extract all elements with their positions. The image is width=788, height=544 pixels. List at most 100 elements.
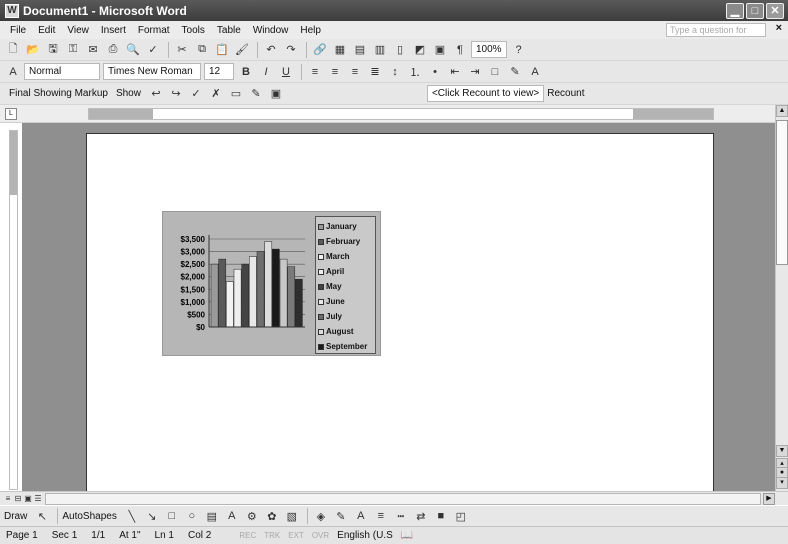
copy-icon[interactable]: ⧉ — [193, 41, 211, 59]
scroll-down-button[interactable]: ▼ — [776, 445, 788, 457]
document-close-button[interactable]: × — [776, 22, 782, 34]
web-layout-icon[interactable]: ⊟ — [13, 493, 23, 504]
status-ovr[interactable]: OVR — [312, 531, 329, 540]
vertical-scroll-thumb[interactable] — [776, 120, 788, 265]
justify-icon[interactable]: ≣ — [366, 63, 384, 81]
underline-button[interactable]: U — [277, 63, 295, 81]
hyperlink-icon[interactable]: 🔗 — [311, 41, 329, 59]
zoom-dropdown[interactable]: 100% — [471, 41, 507, 58]
display-for-review-dropdown[interactable]: Final Showing Markup — [4, 85, 113, 102]
font-size-dropdown[interactable]: 12 — [204, 63, 234, 80]
excel-icon[interactable]: ▥ — [371, 41, 389, 59]
oval-icon[interactable]: ○ — [183, 507, 201, 525]
word-icon[interactable]: W — [5, 3, 19, 18]
draw-font-color-icon[interactable]: A — [352, 507, 370, 525]
menu-table[interactable]: Table — [211, 25, 247, 36]
save-icon[interactable]: 🖫 — [44, 41, 62, 59]
print-preview-icon[interactable]: 🔍 — [124, 41, 142, 59]
diagram-icon[interactable]: ⚙ — [243, 507, 261, 525]
align-center-icon[interactable]: ≡ — [326, 63, 344, 81]
menu-edit[interactable]: Edit — [32, 25, 61, 36]
vertical-ruler[interactable] — [9, 130, 18, 490]
menu-insert[interactable]: Insert — [95, 25, 132, 36]
wordart-icon[interactable]: A — [223, 507, 241, 525]
shadow-icon[interactable]: ■ — [432, 507, 450, 525]
reviewing-pane-icon[interactable]: ▣ — [267, 85, 285, 103]
paste-icon[interactable]: 📋 — [213, 41, 231, 59]
drawing-icon[interactable]: ◩ — [411, 41, 429, 59]
email-icon[interactable]: ✉ — [84, 41, 102, 59]
select-objects-icon[interactable]: ↖ — [33, 507, 51, 525]
line-spacing-icon[interactable]: ↕ — [386, 63, 404, 81]
show-menu[interactable]: Show — [116, 88, 141, 99]
track-changes-icon[interactable]: ✎ — [247, 85, 265, 103]
horizontal-scrollbar[interactable] — [45, 493, 761, 505]
spelling-status-icon[interactable]: 📖 — [401, 530, 413, 541]
clip-art-icon[interactable]: ✿ — [263, 507, 281, 525]
embedded-chart[interactable]: $3,500 $3,000 $2,500 $2,000 $1,500 $1,000 $500… — [162, 211, 381, 356]
spelling-icon[interactable]: ✓ — [144, 41, 162, 59]
document-map-icon[interactable]: ▣ — [431, 41, 449, 59]
horizontal-ruler[interactable] — [88, 108, 714, 120]
bold-button[interactable]: B — [237, 63, 255, 81]
arrow-style-icon[interactable]: ⇄ — [412, 507, 430, 525]
rectangle-icon[interactable]: □ — [163, 507, 181, 525]
menu-view[interactable]: View — [61, 25, 95, 36]
accept-change-icon[interactable]: ✓ — [187, 85, 205, 103]
align-left-icon[interactable]: ≡ — [306, 63, 324, 81]
text-box-icon[interactable]: ▤ — [203, 507, 221, 525]
menu-file[interactable]: File — [4, 25, 32, 36]
new-icon[interactable]: 🗋 — [4, 41, 22, 59]
tables-borders-icon[interactable]: ▦ — [331, 41, 349, 59]
print-layout-icon[interactable]: ▣ — [23, 493, 33, 504]
minimize-button[interactable]: ▁ — [726, 2, 744, 19]
cut-icon[interactable]: ✂ — [173, 41, 191, 59]
line-style-icon[interactable]: ≡ — [372, 507, 390, 525]
fill-color-icon[interactable]: ◈ — [312, 507, 330, 525]
normal-view-icon[interactable]: ≡ — [3, 493, 13, 504]
permission-icon[interactable]: ⚿ — [64, 41, 82, 59]
next-page-button[interactable]: ▾ — [776, 477, 788, 489]
close-button[interactable]: ✕ — [766, 2, 784, 19]
print-icon[interactable]: ⎙ — [104, 41, 122, 59]
menu-tools[interactable]: Tools — [176, 25, 211, 36]
arrow-icon[interactable]: ↘ — [143, 507, 161, 525]
previous-change-icon[interactable]: ↩ — [147, 85, 165, 103]
status-rec[interactable]: REC — [239, 531, 256, 540]
numbering-icon[interactable]: ⒈ — [406, 63, 424, 81]
decrease-indent-icon[interactable]: ⇤ — [446, 63, 464, 81]
menu-format[interactable]: Format — [132, 25, 176, 36]
scroll-right-button[interactable]: ▶ — [763, 493, 775, 505]
styles-pane-icon[interactable]: A — [4, 63, 22, 81]
increase-indent-icon[interactable]: ⇥ — [466, 63, 484, 81]
reject-change-icon[interactable]: ✗ — [207, 85, 225, 103]
autoshapes-menu[interactable]: AutoShapes — [62, 511, 117, 522]
menu-help[interactable]: Help — [294, 25, 327, 36]
draw-menu[interactable]: Draw — [4, 511, 27, 522]
align-right-icon[interactable]: ≡ — [346, 63, 364, 81]
picture-icon[interactable]: ▧ — [283, 507, 301, 525]
line-icon[interactable]: ╲ — [123, 507, 141, 525]
style-dropdown[interactable]: Normal — [24, 63, 100, 80]
tab-selector[interactable]: L — [5, 108, 17, 120]
undo-icon[interactable]: ↶ — [262, 41, 280, 59]
menu-window[interactable]: Window — [247, 25, 295, 36]
open-icon[interactable]: 📂 — [24, 41, 42, 59]
bullets-icon[interactable]: • — [426, 63, 444, 81]
insert-table-icon[interactable]: ▤ — [351, 41, 369, 59]
font-color-icon[interactable]: A — [526, 63, 544, 81]
status-language[interactable]: English (U.S — [337, 530, 393, 541]
maximize-button[interactable]: □ — [746, 2, 764, 19]
highlight-icon[interactable]: ✎ — [506, 63, 524, 81]
scroll-up-button[interactable]: ▲ — [776, 105, 788, 117]
document-page[interactable]: $3,500 $3,000 $2,500 $2,000 $1,500 $1,000 $500… — [86, 133, 714, 491]
3d-icon[interactable]: ◰ — [452, 507, 470, 525]
status-trk[interactable]: TRK — [264, 531, 280, 540]
border-icon[interactable]: □ — [486, 63, 504, 81]
font-dropdown[interactable]: Times New Roman — [103, 63, 201, 80]
italic-button[interactable]: I — [257, 63, 275, 81]
redo-icon[interactable]: ↷ — [282, 41, 300, 59]
next-change-icon[interactable]: ↪ — [167, 85, 185, 103]
recount-button[interactable]: Recount — [547, 88, 584, 99]
status-ext[interactable]: EXT — [288, 531, 304, 540]
